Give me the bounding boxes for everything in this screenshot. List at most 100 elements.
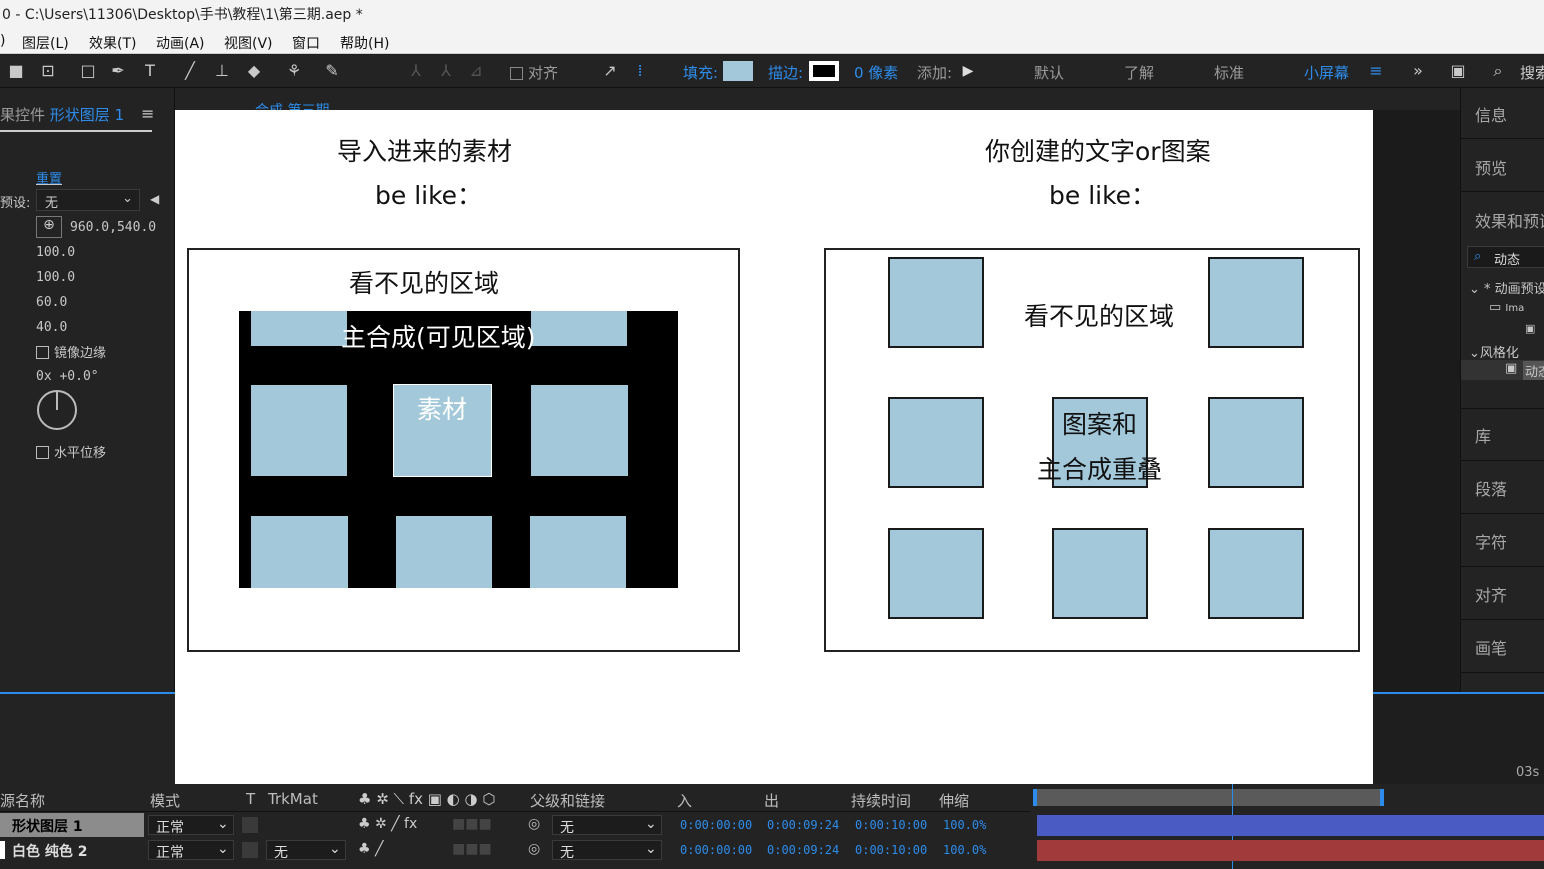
parent-pickwhip-icon[interactable]: ◎: [528, 816, 540, 832]
mirror-edges-checkbox[interactable]: 镜像边缘: [36, 342, 106, 361]
tree-item-animation-presets[interactable]: ⌄ * 动画预设: [1469, 278, 1544, 297]
rotation-dial[interactable]: [37, 390, 77, 430]
text-tool-icon[interactable]: T: [138, 60, 162, 82]
puppet-pin-tool-icon[interactable]: ✎: [320, 60, 344, 82]
workspace-menu-icon[interactable]: ≡: [1364, 60, 1388, 82]
param-value-4[interactable]: 40.0: [36, 320, 67, 335]
tree-item-selected[interactable]: ▣ 动态: [1461, 360, 1544, 380]
tree-item-images[interactable]: ▭ Ima: [1489, 300, 1524, 315]
reset-link[interactable]: 重置: [36, 168, 62, 187]
align-toggle[interactable]: 对齐: [510, 62, 558, 83]
stroke-width-value[interactable]: 0 像素: [854, 62, 898, 83]
axis-local-icon[interactable]: ⅄: [404, 60, 428, 82]
clone-stamp-tool-icon[interactable]: ⊥: [210, 60, 234, 82]
eraser-tool-icon[interactable]: ◆: [242, 60, 266, 82]
snap-target-icon[interactable]: ⁞: [628, 60, 652, 82]
chevron-down-icon: ⌄: [329, 841, 341, 857]
menu-item-effect[interactable]: 效果(T): [89, 33, 136, 53]
camera-tool-icon[interactable]: ■: [4, 60, 28, 82]
col-duration[interactable]: 持续时间: [851, 790, 911, 811]
arrow-left-icon[interactable]: ◀: [150, 192, 159, 206]
layer-parent-dropdown[interactable]: 无 ⌄: [552, 840, 662, 861]
param-value-1[interactable]: 100.0: [36, 245, 75, 260]
panel-align[interactable]: 对齐: [1475, 582, 1507, 606]
panel-preview[interactable]: 预览: [1475, 155, 1507, 179]
stroke-color-swatch[interactable]: [809, 61, 839, 81]
workspace-learn[interactable]: 了解: [1124, 62, 1154, 83]
effects-search-input[interactable]: ⌕ 动态: [1467, 246, 1544, 268]
preset-label: 预设:: [0, 196, 31, 211]
rotation-value[interactable]: 0x +0.0°: [36, 369, 99, 384]
panel-character[interactable]: 字符: [1475, 529, 1507, 553]
timeline-layer-row[interactable]: 形状图层 1 正常 ⌄ ♣ ✲ ╱ fx ■■■ ◎ 无 ⌄ 0:00:00:00 …: [0, 813, 1030, 838]
timeline-layer-row[interactable]: 白色 纯色 2 正常 ⌄ 无 ⌄ ♣ ╱ ■■■ ◎ 无 ⌄ 0:00:00:00 0…: [0, 838, 1030, 863]
layer-mode-dropdown[interactable]: 正常 ⌄: [148, 815, 234, 836]
layer-in-value[interactable]: 0:00:00:00: [680, 843, 752, 857]
panel-menu-icon[interactable]: ≡: [141, 104, 154, 123]
layer-1-duration-bar[interactable]: [1037, 815, 1544, 836]
col-trkmat[interactable]: TrkMat: [268, 790, 318, 808]
parent-pickwhip-icon[interactable]: ◎: [528, 841, 540, 857]
layer-2-duration-bar[interactable]: [1037, 840, 1544, 861]
fill-color-swatch[interactable]: [723, 61, 753, 81]
menu-item-layer[interactable]: 图层(L): [22, 33, 69, 53]
col-mode[interactable]: 模式: [150, 790, 180, 811]
sync-settings-icon[interactable]: ▣: [1446, 60, 1470, 82]
material-tile: [251, 311, 347, 346]
workspace-standard[interactable]: 标准: [1214, 62, 1244, 83]
work-area-bar[interactable]: [1033, 789, 1384, 806]
layer-stretch-value[interactable]: 100.0%: [943, 843, 986, 857]
layer-in-value[interactable]: 0:00:00:00: [680, 818, 752, 832]
panel-library[interactable]: 库: [1475, 423, 1491, 447]
pen-tool-icon[interactable]: ✒: [106, 60, 130, 82]
col-in[interactable]: 入: [677, 790, 692, 811]
layer-t-toggle[interactable]: [242, 842, 258, 858]
param-value-2[interactable]: 100.0: [36, 270, 75, 285]
material-tile: [251, 516, 348, 588]
menu-item-animation[interactable]: 动画(A): [156, 33, 205, 53]
col-out[interactable]: 出: [764, 790, 779, 811]
col-parent[interactable]: 父级和链接: [530, 790, 605, 811]
horizontal-shift-checkbox[interactable]: 水平位移: [36, 442, 106, 461]
more-workspaces-icon[interactable]: »: [1406, 60, 1430, 82]
menu-item-window[interactable]: 窗口: [292, 33, 320, 53]
search-help-label[interactable]: 搜索: [1520, 62, 1544, 83]
axis-view-icon[interactable]: ⊿: [464, 60, 488, 82]
snap-icon[interactable]: ↗: [598, 60, 622, 82]
col-stretch[interactable]: 伸缩: [939, 790, 969, 811]
panel-info[interactable]: 信息: [1475, 102, 1507, 126]
workspace-small-screen[interactable]: 小屏幕: [1304, 62, 1349, 83]
layer-duration-value[interactable]: 0:00:10:00: [855, 818, 927, 832]
rectangle-tool-icon[interactable]: □: [76, 60, 100, 82]
crosshair-icon[interactable]: ⊕: [36, 216, 62, 238]
menu-item-help[interactable]: 帮助(H): [340, 33, 389, 53]
param-value-3[interactable]: 60.0: [36, 295, 67, 310]
panel-tab[interactable]: 果控件 形状图层 1: [0, 104, 124, 125]
axis-world-icon[interactable]: ⅄: [434, 60, 458, 82]
layer-t-toggle[interactable]: [242, 817, 258, 833]
search-icon[interactable]: ⌕: [1486, 60, 1510, 82]
position-value[interactable]: 960.0,540.0: [70, 220, 156, 235]
menu-item-view[interactable]: 视图(V): [224, 33, 273, 53]
tree-item-stylize[interactable]: ⌄风格化: [1469, 342, 1519, 361]
workspace-default[interactable]: 默认: [1034, 62, 1064, 83]
menu-item-partial[interactable]: ): [0, 33, 5, 49]
layer-stretch-value[interactable]: 100.0%: [943, 818, 986, 832]
pan-behind-tool-icon[interactable]: ⊡: [36, 60, 60, 82]
col-t[interactable]: T: [246, 790, 255, 808]
layer-parent-dropdown[interactable]: 无 ⌄: [552, 815, 662, 836]
panel-brushes[interactable]: 画笔: [1475, 635, 1507, 659]
col-source-name[interactable]: 源名称: [0, 790, 45, 811]
brush-tool-icon[interactable]: ╱: [178, 60, 202, 82]
layer-trkmat-dropdown[interactable]: 无 ⌄: [266, 840, 346, 861]
layer-mode-dropdown[interactable]: 正常 ⌄: [148, 840, 234, 861]
layer-out-value[interactable]: 0:00:09:24: [767, 843, 839, 857]
layer-duration-value[interactable]: 0:00:10:00: [855, 843, 927, 857]
preset-dropdown[interactable]: 无 ⌄: [36, 189, 140, 211]
switches-icons: ♣ ✲ ⟍ fx ▣ ◐ ◑ ⬡: [358, 790, 496, 808]
add-play-icon[interactable]: ▶: [956, 60, 980, 82]
panel-paragraph[interactable]: 段落: [1475, 476, 1507, 500]
roto-brush-tool-icon[interactable]: ⚘: [282, 60, 306, 82]
panel-effects-presets[interactable]: 效果和预设: [1475, 208, 1544, 232]
layer-out-value[interactable]: 0:00:09:24: [767, 818, 839, 832]
